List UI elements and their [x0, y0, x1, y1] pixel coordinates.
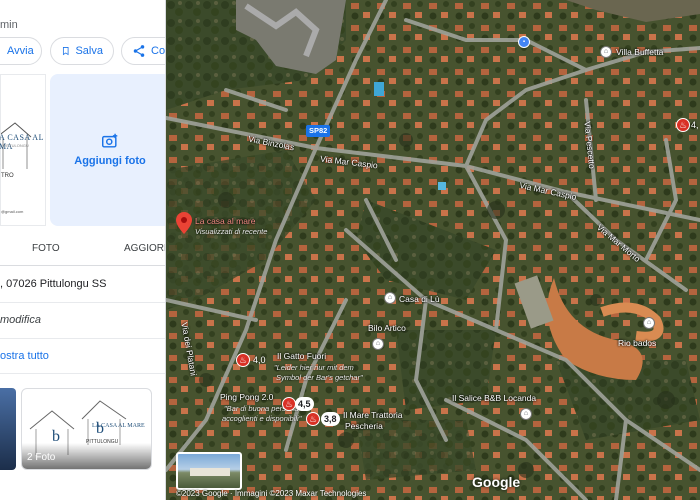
- divider: [0, 373, 165, 374]
- place-photo[interactable]: A CASA AL MA PITTULONGU TRO @gmail.com: [0, 74, 46, 226]
- photo-logo-tro: TRO: [1, 173, 14, 179]
- add-photo-button[interactable]: Aggiungi foto: [50, 74, 165, 226]
- place-panel: min Avvia Salva Cor A CASA AL MA PITTULO…: [0, 0, 166, 500]
- save-button[interactable]: Salva: [50, 37, 114, 65]
- bookmark-icon: [62, 47, 69, 56]
- share-button-label: Cor: [151, 45, 166, 57]
- photo-logo-sub: PITTULONGU: [3, 143, 29, 148]
- satellite-map[interactable]: Via Binzolas Via Mar Caspio Via Mar Casp…: [166, 0, 700, 500]
- poi-gatto-review: Symbol der Bar's getchar": [276, 373, 363, 382]
- start-button-label: Avvia: [7, 45, 34, 57]
- divider: [0, 302, 165, 303]
- restaurant-icon[interactable]: ♨: [676, 118, 690, 132]
- gallery-photo[interactable]: [0, 388, 16, 470]
- poi-il-salice[interactable]: Il Salice B&B Locanda: [452, 393, 536, 403]
- poi-selected-name[interactable]: La casa al mare: [195, 216, 255, 226]
- poi-ping-review: accoglienti e disponibili": [222, 414, 302, 423]
- hotel-icon[interactable]: ⌂: [372, 338, 384, 350]
- restaurant-icon[interactable]: ♨: [306, 412, 320, 426]
- panel-tabs: FOTO AGGIORNA: [0, 232, 165, 266]
- tab-aggiornamenti[interactable]: AGGIORNA: [124, 243, 165, 254]
- hotel-icon[interactable]: ⌂: [643, 317, 655, 329]
- poi-gatto-review: "Leider hier nur mit dem: [274, 363, 354, 372]
- photo-logo-mail: @gmail.com: [1, 209, 24, 214]
- street-view-building: [190, 468, 230, 476]
- tab-foto[interactable]: FOTO: [32, 243, 60, 254]
- rating-east: 4,: [691, 120, 699, 130]
- rating-mare: 3,8: [321, 412, 340, 426]
- gallery-photo-logo[interactable]: b b LA CASA AL MARE PITTULONGU 2 Foto: [21, 388, 152, 470]
- hotel-icon[interactable]: ⌂: [600, 46, 612, 58]
- poi-il-gatto-fuori[interactable]: Il Gatto Fuori: [277, 351, 326, 361]
- gallery-logo-text: LA CASA AL MARE: [92, 423, 145, 429]
- poi-ping-pong[interactable]: Ping Pong 2.0: [220, 392, 273, 402]
- poi-villa-buffetta[interactable]: Villa Buffetta: [616, 47, 663, 57]
- road-shield-sp82: SP82: [306, 125, 331, 137]
- travel-duration: min: [0, 19, 18, 31]
- poi-bilo-artico[interactable]: Bilo Artico: [368, 323, 406, 333]
- hotel-icon[interactable]: ⌂: [384, 292, 396, 304]
- divider: [0, 338, 165, 339]
- add-photo-label: Aggiungi foto: [74, 155, 146, 167]
- street-view-thumbnail[interactable]: [176, 452, 242, 490]
- selected-location-pin-icon[interactable]: [176, 212, 192, 234]
- address-text[interactable]: , 07026 Pittulongu SS: [0, 278, 165, 290]
- restaurant-icon[interactable]: ♨: [236, 353, 250, 367]
- bus-stop-icon[interactable]: ▪: [518, 36, 530, 48]
- poi-il-mare-pescheria[interactable]: Pescheria: [345, 421, 383, 431]
- share-button[interactable]: Cor: [121, 37, 166, 65]
- map-copyright: ©2023 Google · Immagini ©2023 Maxar Tech…: [176, 489, 367, 498]
- poi-casa-di-lu[interactable]: Casa di Lù: [399, 294, 440, 304]
- photo-count: 2 Foto: [27, 452, 56, 463]
- photo-logo-text: A CASA AL MA: [0, 133, 44, 151]
- save-button-label: Salva: [75, 45, 103, 57]
- add-photo-icon: [102, 133, 118, 148]
- poi-rio-bados[interactable]: Rio bados: [618, 338, 656, 348]
- hotel-icon[interactable]: ⌂: [520, 408, 532, 420]
- poi-selected-sub: Visualizzati di recente: [195, 227, 268, 236]
- rating-gatto: 4,0: [253, 355, 266, 365]
- start-button[interactable]: Avvia: [0, 37, 42, 65]
- show-all-link[interactable]: ostra tutto: [0, 350, 165, 362]
- rating-ping: 4,5: [295, 397, 314, 411]
- google-logo: Google: [472, 474, 521, 490]
- suggest-edit-link[interactable]: modifica: [0, 314, 165, 326]
- poi-il-mare-trattoria[interactable]: Il Mare Trattoria: [343, 410, 403, 420]
- share-icon: [133, 45, 145, 57]
- restaurant-icon[interactable]: ♨: [282, 397, 296, 411]
